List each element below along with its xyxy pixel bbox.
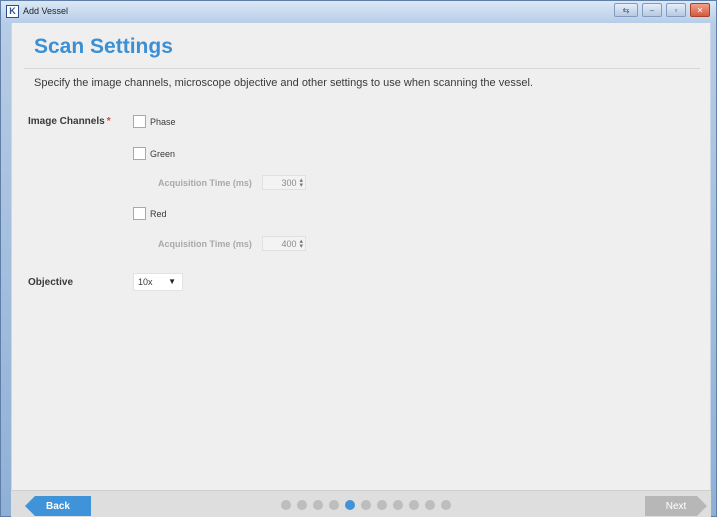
step-dot [377, 500, 387, 510]
step-dot [297, 500, 307, 510]
step-dot [441, 500, 451, 510]
wizard-footer: Back Next [11, 490, 711, 517]
red-checkbox-row[interactable]: Red [133, 207, 167, 220]
red-checkbox[interactable] [133, 207, 146, 220]
back-button[interactable]: Back [25, 496, 91, 516]
step-indicator [281, 500, 451, 510]
green-acquisition-time-stepper[interactable]: 300 ▴ ▾ [262, 175, 306, 190]
page-description: Specify the image channels, microscope o… [34, 77, 533, 89]
stepper-arrows-icon[interactable]: ▴ ▾ [299, 238, 303, 250]
step-dot [329, 500, 339, 510]
stepper-arrows-icon[interactable]: ▴ ▾ [299, 177, 303, 189]
red-acquisition-time-label: Acquisition Time (ms) [158, 239, 252, 249]
window-controls: ⇆ – ▫ ✕ [614, 3, 710, 17]
objective-label: Objective [28, 277, 74, 288]
phase-checkbox[interactable] [133, 115, 146, 128]
maximize-icon[interactable]: ▫ [666, 3, 686, 17]
objective-select[interactable]: 10x ▼ [133, 273, 183, 291]
add-vessel-window: K Add Vessel ⇆ – ▫ ✕ Scan Settings Speci… [0, 0, 717, 517]
dropdown-caret-icon: ▼ [168, 277, 176, 286]
step-dot [393, 500, 403, 510]
green-acquisition-time-label: Acquisition Time (ms) [158, 178, 252, 188]
step-dot [409, 500, 419, 510]
red-acquisition-time-value: 400 [281, 238, 297, 249]
title-divider [24, 68, 700, 69]
step-dot [313, 500, 323, 510]
image-channels-label: Image Channels * [28, 116, 111, 127]
minimize-icon[interactable]: – [642, 3, 662, 17]
phase-label: Phase [150, 116, 176, 127]
app-icon: K [6, 5, 19, 18]
close-icon[interactable]: ✕ [690, 3, 710, 17]
green-label: Green [150, 148, 176, 159]
step-dot [361, 500, 371, 510]
required-mark: * [106, 116, 111, 127]
objective-value: 10x [138, 277, 153, 287]
step-dot [425, 500, 435, 510]
step-dot [345, 500, 355, 510]
green-acquisition-time-value: 300 [281, 177, 297, 188]
image-channels-label-text: Image Channels [28, 116, 105, 127]
title-bar: K Add Vessel ⇆ – ▫ ✕ [1, 1, 716, 23]
green-checkbox[interactable] [133, 147, 146, 160]
content-panel: Scan Settings Specify the image channels… [11, 23, 711, 490]
next-button[interactable]: Next [645, 496, 707, 516]
window-title: Add Vessel [23, 6, 69, 16]
red-acquisition-time-stepper[interactable]: 400 ▴ ▾ [262, 236, 306, 251]
green-checkbox-row[interactable]: Green [133, 147, 175, 160]
page-title: Scan Settings [34, 35, 173, 58]
phase-checkbox-row[interactable]: Phase [133, 115, 176, 128]
red-label: Red [150, 208, 167, 219]
step-dot [281, 500, 291, 510]
restore-alt-icon[interactable]: ⇆ [614, 3, 638, 17]
